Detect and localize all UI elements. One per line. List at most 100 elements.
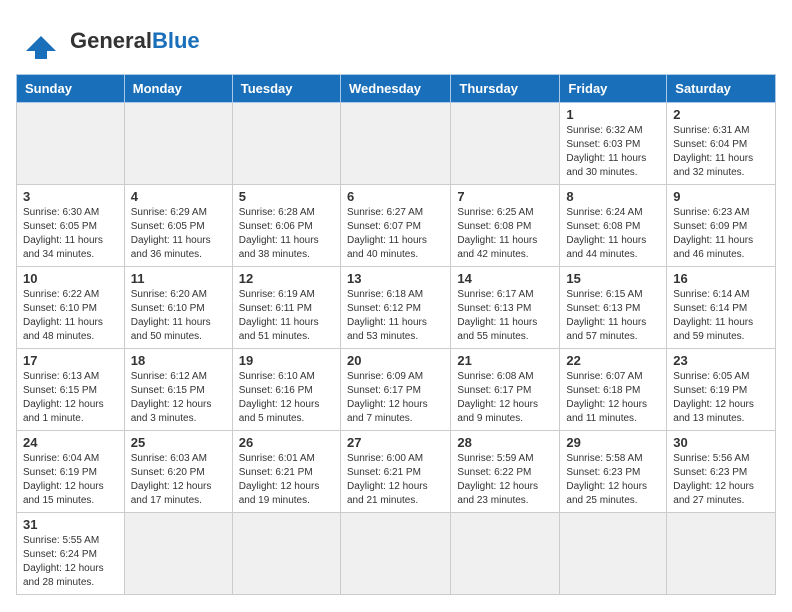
day-number: 31 xyxy=(23,517,118,532)
day-info: Sunrise: 6:14 AM Sunset: 6:14 PM Dayligh… xyxy=(673,288,769,344)
calendar-cell xyxy=(560,513,667,595)
calendar-cell: 2 Sunrise: 6:31 AM Sunset: 6:04 PM Daylig… xyxy=(667,103,776,185)
calendar-cell: 25 Sunrise: 6:03 AM Sunset: 6:20 PM Dayli… xyxy=(124,431,232,513)
day-info: Sunrise: 6:08 AM Sunset: 6:17 PM Dayligh… xyxy=(457,370,553,426)
day-number: 16 xyxy=(673,271,769,286)
col-header-monday: Monday xyxy=(124,75,232,103)
day-number: 13 xyxy=(347,271,444,286)
day-number: 2 xyxy=(673,107,769,122)
calendar-cell xyxy=(667,513,776,595)
day-info: Sunrise: 6:01 AM Sunset: 6:21 PM Dayligh… xyxy=(239,452,334,508)
calendar-table: SundayMondayTuesdayWednesdayThursdayFrid… xyxy=(16,74,776,595)
calendar-cell xyxy=(232,103,340,185)
day-info: Sunrise: 6:07 AM Sunset: 6:18 PM Dayligh… xyxy=(566,370,660,426)
day-info: Sunrise: 6:03 AM Sunset: 6:20 PM Dayligh… xyxy=(131,452,226,508)
day-info: Sunrise: 5:55 AM Sunset: 6:24 PM Dayligh… xyxy=(23,534,118,590)
day-info: Sunrise: 5:56 AM Sunset: 6:23 PM Dayligh… xyxy=(673,452,769,508)
calendar-cell xyxy=(232,513,340,595)
day-info: Sunrise: 6:22 AM Sunset: 6:10 PM Dayligh… xyxy=(23,288,118,344)
day-number: 25 xyxy=(131,435,226,450)
calendar-cell: 10 Sunrise: 6:22 AM Sunset: 6:10 PM Dayli… xyxy=(17,267,125,349)
logo: GeneralBlue xyxy=(16,16,200,66)
day-number: 18 xyxy=(131,353,226,368)
day-number: 30 xyxy=(673,435,769,450)
day-info: Sunrise: 6:19 AM Sunset: 6:11 PM Dayligh… xyxy=(239,288,334,344)
calendar-cell xyxy=(17,103,125,185)
col-header-friday: Friday xyxy=(560,75,667,103)
day-info: Sunrise: 6:24 AM Sunset: 6:08 PM Dayligh… xyxy=(566,206,660,262)
col-header-sunday: Sunday xyxy=(17,75,125,103)
calendar-week-3: 10 Sunrise: 6:22 AM Sunset: 6:10 PM Dayli… xyxy=(17,267,776,349)
calendar-cell xyxy=(340,513,450,595)
calendar-cell: 16 Sunrise: 6:14 AM Sunset: 6:14 PM Dayli… xyxy=(667,267,776,349)
calendar-cell: 4Sunrise: 6:29 AM Sunset: 6:05 PM Daylig… xyxy=(124,185,232,267)
day-number: 21 xyxy=(457,353,553,368)
calendar-cell: 27Sunrise: 6:00 AM Sunset: 6:21 PM Dayli… xyxy=(340,431,450,513)
calendar-cell: 17 Sunrise: 6:13 AM Sunset: 6:15 PM Dayli… xyxy=(17,349,125,431)
calendar-cell: 21 Sunrise: 6:08 AM Sunset: 6:17 PM Dayli… xyxy=(451,349,560,431)
calendar-cell: 19Sunrise: 6:10 AM Sunset: 6:16 PM Dayli… xyxy=(232,349,340,431)
day-number: 7 xyxy=(457,189,553,204)
day-info: Sunrise: 6:23 AM Sunset: 6:09 PM Dayligh… xyxy=(673,206,769,262)
calendar-cell: 22Sunrise: 6:07 AM Sunset: 6:18 PM Dayli… xyxy=(560,349,667,431)
day-info: Sunrise: 6:00 AM Sunset: 6:21 PM Dayligh… xyxy=(347,452,444,508)
day-info: Sunrise: 6:05 AM Sunset: 6:19 PM Dayligh… xyxy=(673,370,769,426)
day-info: Sunrise: 6:12 AM Sunset: 6:15 PM Dayligh… xyxy=(131,370,226,426)
calendar-cell xyxy=(124,513,232,595)
calendar-week-5: 24 Sunrise: 6:04 AM Sunset: 6:19 PM Dayli… xyxy=(17,431,776,513)
day-number: 17 xyxy=(23,353,118,368)
calendar-week-4: 17 Sunrise: 6:13 AM Sunset: 6:15 PM Dayli… xyxy=(17,349,776,431)
day-number: 1 xyxy=(566,107,660,122)
calendar-week-1: 1 Sunrise: 6:32 AM Sunset: 6:03 PM Daylig… xyxy=(17,103,776,185)
day-info: Sunrise: 6:09 AM Sunset: 6:17 PM Dayligh… xyxy=(347,370,444,426)
day-number: 15 xyxy=(566,271,660,286)
day-info: Sunrise: 6:29 AM Sunset: 6:05 PM Dayligh… xyxy=(131,206,226,262)
calendar-cell: 15 Sunrise: 6:15 AM Sunset: 6:13 PM Dayli… xyxy=(560,267,667,349)
calendar-cell xyxy=(451,513,560,595)
day-number: 5 xyxy=(239,189,334,204)
col-header-wednesday: Wednesday xyxy=(340,75,450,103)
day-info: Sunrise: 6:04 AM Sunset: 6:19 PM Dayligh… xyxy=(23,452,118,508)
day-info: Sunrise: 6:31 AM Sunset: 6:04 PM Dayligh… xyxy=(673,124,769,180)
calendar-cell: 13Sunrise: 6:18 AM Sunset: 6:12 PM Dayli… xyxy=(340,267,450,349)
day-number: 24 xyxy=(23,435,118,450)
calendar-cell: 14Sunrise: 6:17 AM Sunset: 6:13 PM Dayli… xyxy=(451,267,560,349)
day-number: 8 xyxy=(566,189,660,204)
day-info: Sunrise: 6:27 AM Sunset: 6:07 PM Dayligh… xyxy=(347,206,444,262)
day-number: 3 xyxy=(23,189,118,204)
calendar-cell: 5 Sunrise: 6:28 AM Sunset: 6:06 PM Daylig… xyxy=(232,185,340,267)
calendar-cell: 9 Sunrise: 6:23 AM Sunset: 6:09 PM Daylig… xyxy=(667,185,776,267)
calendar-cell: 29 Sunrise: 5:58 AM Sunset: 6:23 PM Dayli… xyxy=(560,431,667,513)
col-header-thursday: Thursday xyxy=(451,75,560,103)
calendar-cell: 11Sunrise: 6:20 AM Sunset: 6:10 PM Dayli… xyxy=(124,267,232,349)
col-header-saturday: Saturday xyxy=(667,75,776,103)
calendar-cell: 18 Sunrise: 6:12 AM Sunset: 6:15 PM Dayli… xyxy=(124,349,232,431)
day-info: Sunrise: 6:32 AM Sunset: 6:03 PM Dayligh… xyxy=(566,124,660,180)
day-info: Sunrise: 5:58 AM Sunset: 6:23 PM Dayligh… xyxy=(566,452,660,508)
calendar-cell: 20Sunrise: 6:09 AM Sunset: 6:17 PM Dayli… xyxy=(340,349,450,431)
calendar-cell: 31 Sunrise: 5:55 AM Sunset: 6:24 PM Dayli… xyxy=(17,513,125,595)
calendar-week-6: 31 Sunrise: 5:55 AM Sunset: 6:24 PM Dayli… xyxy=(17,513,776,595)
day-number: 14 xyxy=(457,271,553,286)
calendar-cell: 23Sunrise: 6:05 AM Sunset: 6:19 PM Dayli… xyxy=(667,349,776,431)
calendar-cell: 3 Sunrise: 6:30 AM Sunset: 6:05 PM Daylig… xyxy=(17,185,125,267)
day-number: 26 xyxy=(239,435,334,450)
day-number: 29 xyxy=(566,435,660,450)
day-info: Sunrise: 5:59 AM Sunset: 6:22 PM Dayligh… xyxy=(457,452,553,508)
day-number: 12 xyxy=(239,271,334,286)
day-number: 10 xyxy=(23,271,118,286)
calendar-cell xyxy=(124,103,232,185)
day-info: Sunrise: 6:13 AM Sunset: 6:15 PM Dayligh… xyxy=(23,370,118,426)
day-number: 9 xyxy=(673,189,769,204)
day-info: Sunrise: 6:30 AM Sunset: 6:05 PM Dayligh… xyxy=(23,206,118,262)
logo-text: GeneralBlue xyxy=(70,29,200,53)
col-header-tuesday: Tuesday xyxy=(232,75,340,103)
header: GeneralBlue xyxy=(16,16,776,66)
calendar-header-row: SundayMondayTuesdayWednesdayThursdayFrid… xyxy=(17,75,776,103)
calendar-cell: 24 Sunrise: 6:04 AM Sunset: 6:19 PM Dayli… xyxy=(17,431,125,513)
calendar-cell: 7Sunrise: 6:25 AM Sunset: 6:08 PM Daylig… xyxy=(451,185,560,267)
calendar-cell xyxy=(451,103,560,185)
day-info: Sunrise: 6:28 AM Sunset: 6:06 PM Dayligh… xyxy=(239,206,334,262)
calendar-cell: 26 Sunrise: 6:01 AM Sunset: 6:21 PM Dayli… xyxy=(232,431,340,513)
day-info: Sunrise: 6:15 AM Sunset: 6:13 PM Dayligh… xyxy=(566,288,660,344)
